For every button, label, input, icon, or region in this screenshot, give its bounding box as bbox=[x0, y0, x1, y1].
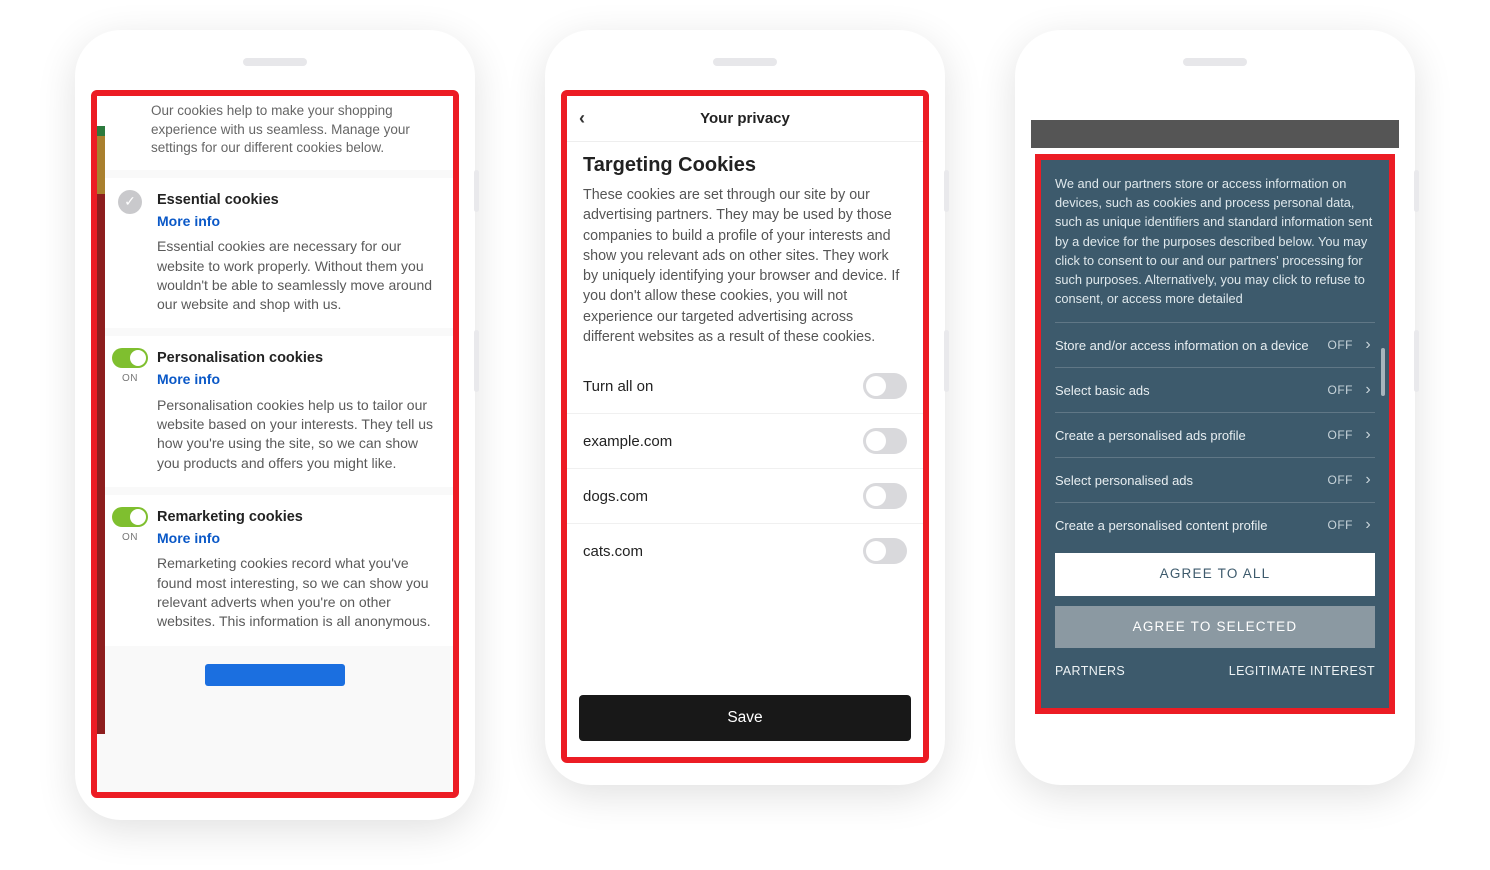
legitimate-interest-link[interactable]: LEGITIMATE INTEREST bbox=[1229, 662, 1375, 681]
essential-cookies-card: ✓ Essential cookies More info Essential … bbox=[97, 178, 453, 329]
phone-side-button bbox=[474, 170, 479, 212]
section-description: These cookies are set through our site b… bbox=[567, 185, 923, 359]
option-state: OFF bbox=[1328, 336, 1354, 354]
consent-option-row: Select basic ads OFF › bbox=[1055, 367, 1375, 412]
essential-title: Essential cookies bbox=[157, 190, 437, 210]
intro-text: Our cookies help to make your shopping e… bbox=[97, 96, 453, 170]
agree-to-selected-button[interactable]: AGREE TO SELECTED bbox=[1055, 606, 1375, 648]
consent-option-row: Create a personalised ads profile OFF › bbox=[1055, 412, 1375, 457]
option-label: Select basic ads bbox=[1055, 381, 1320, 401]
chevron-right-icon[interactable]: › bbox=[1361, 333, 1375, 357]
phone-speaker bbox=[713, 58, 777, 66]
more-info-link[interactable]: More info bbox=[157, 529, 220, 548]
option-label: Store and/or access information on a dev… bbox=[1055, 336, 1320, 356]
row-label: dogs.com bbox=[583, 488, 648, 505]
personalisation-title: Personalisation cookies bbox=[157, 348, 437, 368]
option-state: OFF bbox=[1328, 381, 1354, 399]
phone-side-button bbox=[944, 170, 949, 212]
toggle-row: cats.com bbox=[567, 523, 923, 578]
consent-option-row: Select personalised ads OFF › bbox=[1055, 457, 1375, 502]
agree-to-all-button[interactable]: AGREE TO ALL bbox=[1055, 553, 1375, 595]
remarketing-toggle[interactable] bbox=[112, 507, 148, 527]
phone-side-button bbox=[1414, 330, 1419, 392]
row-label: example.com bbox=[583, 433, 672, 450]
personalisation-cookies-card: ON Personalisation cookies More info Per… bbox=[97, 336, 453, 487]
section-title: Targeting Cookies bbox=[567, 142, 923, 185]
switch-toggle[interactable] bbox=[863, 428, 907, 454]
phone-mock-1: Our cookies help to make your shopping e… bbox=[75, 30, 475, 820]
primary-action-button[interactable] bbox=[205, 664, 345, 686]
phone-mock-3: We and our partners store or access info… bbox=[1015, 30, 1415, 785]
back-icon[interactable]: ‹ bbox=[579, 108, 585, 129]
page-banner bbox=[1031, 120, 1399, 148]
consent-intro: We and our partners store or access info… bbox=[1055, 174, 1375, 308]
switch-toggle[interactable] bbox=[863, 373, 907, 399]
option-state: OFF bbox=[1328, 516, 1354, 534]
option-label: Create a personalised ads profile bbox=[1055, 426, 1320, 446]
consent-option-row: Store and/or access information on a dev… bbox=[1055, 322, 1375, 367]
toggle-row: example.com bbox=[567, 413, 923, 468]
option-label: Create a personalised content profile bbox=[1055, 516, 1320, 536]
switch-toggle[interactable] bbox=[863, 483, 907, 509]
option-state: OFF bbox=[1328, 471, 1354, 489]
scrollbar[interactable] bbox=[1381, 348, 1385, 396]
cookie-settings-screen: Our cookies help to make your shopping e… bbox=[91, 90, 459, 798]
save-button[interactable]: Save bbox=[579, 695, 911, 741]
chevron-right-icon[interactable]: › bbox=[1361, 468, 1375, 492]
toggle-state-label: ON bbox=[122, 531, 138, 545]
phone-side-button bbox=[944, 330, 949, 392]
consent-screen: We and our partners store or access info… bbox=[1031, 90, 1399, 763]
remarketing-title: Remarketing cookies bbox=[157, 507, 437, 527]
phone-side-button bbox=[1414, 170, 1419, 212]
targeting-cookies-screen: ‹ Your privacy Targeting Cookies These c… bbox=[561, 90, 929, 763]
personalisation-body: Personalisation cookies help us to tailo… bbox=[157, 396, 437, 473]
header-title: Your privacy bbox=[700, 110, 790, 127]
consent-panel: We and our partners store or access info… bbox=[1035, 154, 1395, 714]
phone-mock-2: ‹ Your privacy Targeting Cookies These c… bbox=[545, 30, 945, 785]
essential-body: Essential cookies are necessary for our … bbox=[157, 237, 437, 314]
chevron-right-icon[interactable]: › bbox=[1361, 378, 1375, 402]
more-info-link[interactable]: More info bbox=[157, 212, 220, 231]
phone-speaker bbox=[243, 58, 307, 66]
chevron-right-icon[interactable]: › bbox=[1361, 423, 1375, 447]
toggle-row: Turn all on bbox=[567, 359, 923, 413]
check-icon: ✓ bbox=[118, 190, 142, 214]
phone-side-button bbox=[474, 330, 479, 392]
row-label: Turn all on bbox=[583, 378, 653, 395]
toggle-row: dogs.com bbox=[567, 468, 923, 523]
option-label: Select personalised ads bbox=[1055, 471, 1320, 491]
row-label: cats.com bbox=[583, 543, 643, 560]
switch-toggle[interactable] bbox=[863, 538, 907, 564]
more-info-link[interactable]: More info bbox=[157, 370, 220, 389]
phone-speaker bbox=[1183, 58, 1247, 66]
chevron-right-icon[interactable]: › bbox=[1361, 513, 1375, 537]
screen-header: ‹ Your privacy bbox=[567, 96, 923, 142]
remarketing-body: Remarketing cookies record what you've f… bbox=[157, 554, 437, 631]
personalisation-toggle[interactable] bbox=[112, 348, 148, 368]
consent-option-row: Create a personalised content profile OF… bbox=[1055, 502, 1375, 547]
toggle-state-label: ON bbox=[122, 372, 138, 386]
partners-link[interactable]: PARTNERS bbox=[1055, 662, 1125, 681]
option-state: OFF bbox=[1328, 426, 1354, 444]
remarketing-cookies-card: ON Remarketing cookies More info Remarke… bbox=[97, 495, 453, 646]
